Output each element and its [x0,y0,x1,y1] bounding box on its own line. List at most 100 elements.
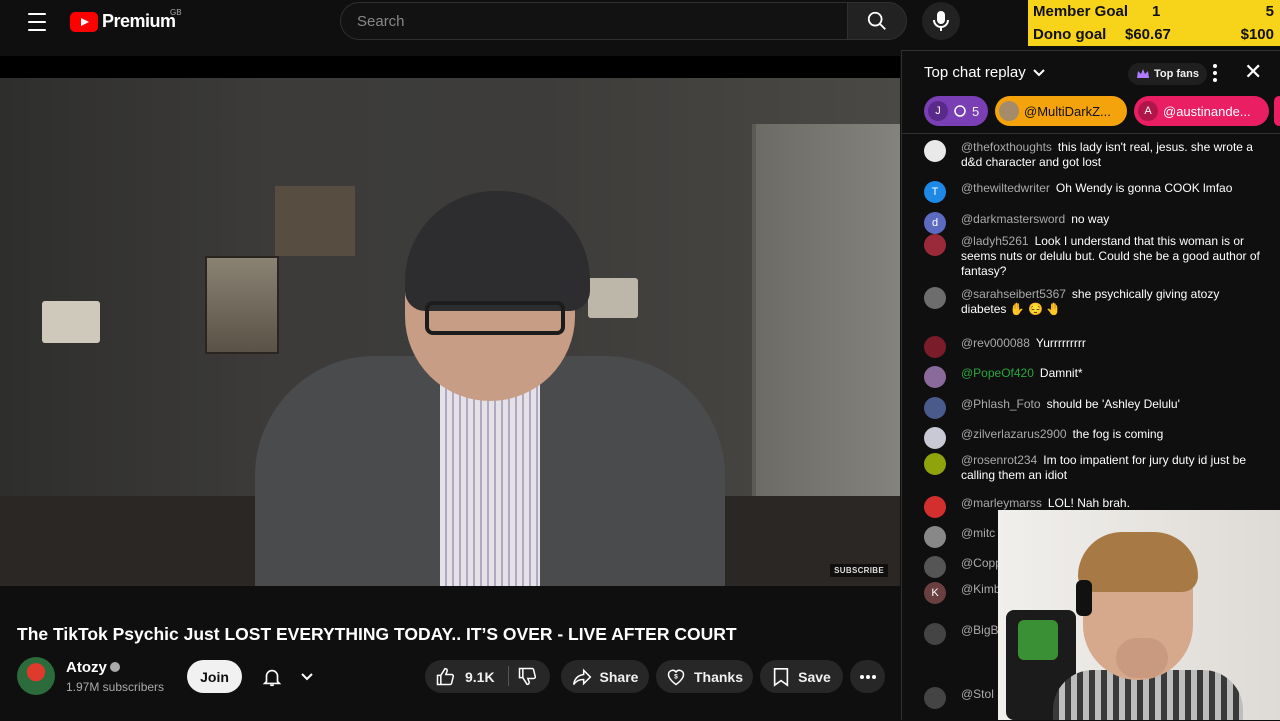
channel-name[interactable]: Atozy [66,659,107,676]
chat-author-avatar[interactable] [924,427,946,449]
chat-author-avatar[interactable] [924,453,946,475]
webcam-hair [1078,532,1198,592]
chat-author-name[interactable]: @Kimb [961,582,1001,596]
ticker-avatar: A [1138,101,1158,121]
chat-author-name[interactable]: @rosenrot234 [961,453,1037,467]
chat-author-avatar[interactable] [924,526,946,548]
chat-author-name[interactable]: @zilverlazarus2900 [961,427,1067,441]
chat-author-name[interactable]: @ladyh5261 [961,234,1029,248]
chat-message-text: @rev000088 Yurrrrrrrrr [961,336,1261,351]
chat-message-body: Yurrrrrrrrr [1035,336,1086,350]
search-box[interactable] [340,2,848,40]
dono-goal-row: Dono goal $60.67 $100 [1028,23,1280,46]
chat-author-name[interactable]: @rev000088 [961,336,1030,350]
menu-icon[interactable] [20,10,54,34]
dono-goal-target: $100 [1240,26,1274,43]
ticker-superchat[interactable]: A @austinande... [1134,96,1269,126]
streamer-glasses [425,301,565,335]
chat-author-avatar[interactable] [924,687,946,709]
chat-author-avatar[interactable] [924,336,946,358]
chat-author-avatar[interactable]: d [924,212,946,234]
chat-author-name[interactable]: @thewiltedwriter [961,181,1050,195]
ticker-superchat[interactable]: @MultiDarkZ... [995,96,1127,126]
chevron-down-icon [1033,68,1045,76]
ticker-count: 5 [972,103,980,119]
bell-icon [262,669,281,686]
chat-message-text: @thefoxthoughts this lady isn't real, jes… [961,140,1261,170]
chat-author-name[interactable]: @marleymarss [961,496,1042,510]
chat-author-name[interactable]: @BigB [961,623,999,637]
chat-author-avatar[interactable] [924,140,946,162]
chat-author-name[interactable]: @sarahseibert5367 [961,287,1066,301]
chat-author-avatar[interactable] [924,397,946,419]
thumbs-up-icon [436,667,455,685]
chat-author-name[interactable]: @mitc [961,526,995,540]
chat-author-name[interactable]: @thefoxthoughts [961,140,1052,154]
voice-search-button[interactable] [922,2,960,40]
video-lamp [588,278,638,318]
chat-author-name[interactable]: @Phlash_Foto [961,397,1041,411]
logo-text: Premium [102,11,176,31]
chat-author-avatar[interactable]: T [924,181,946,203]
heart-dollar-icon: $ [667,669,685,685]
chat-message-body: no way [1071,212,1110,226]
top-fans-label: Top fans [1154,68,1200,80]
more-horizontal-icon [859,674,876,679]
chat-author-avatar[interactable] [924,556,946,578]
chat-message-text: @darkmastersword no way [961,212,1261,227]
chat-author-avatar[interactable]: K [924,582,946,604]
ticker-name: @austinande... [1163,103,1251,119]
join-button[interactable]: Join [187,660,242,693]
chat-author-avatar[interactable] [924,234,946,256]
chat-message-text: @zilverlazarus2900 the fog is coming [961,427,1261,442]
gift-icon [954,105,966,117]
chat-author-avatar[interactable] [924,623,946,645]
chat-message-body: Damnit* [1039,366,1083,380]
notification-bell-button[interactable] [252,660,322,693]
video-wall-picture [275,186,355,256]
top-fans-button[interactable]: Top fans [1128,63,1208,85]
like-divider [508,666,509,686]
chat-message-text: @ladyh5261 Look I understand that this wo… [961,234,1261,279]
chat-author-name[interactable]: @darkmastersword [961,212,1065,226]
share-label: Share [599,668,639,685]
close-icon[interactable]: ✕ [1244,61,1264,85]
thanks-button[interactable]: $ Thanks [656,660,753,693]
like-button[interactable]: 9.1K [435,667,495,687]
youtube-premium-logo[interactable]: Premium GB [70,8,182,32]
share-icon [572,668,591,685]
logo-country-code: GB [170,8,182,17]
video-wall-picture [205,256,279,354]
video-player[interactable]: SUBSCRIBE [0,56,900,586]
dislike-button[interactable] [517,666,541,688]
chat-author-name[interactable]: @PopeOf420 [961,366,1034,380]
chat-author-name[interactable]: @Stol [961,687,994,701]
share-button[interactable]: Share [561,660,649,693]
chat-message-text: @Phlash_Foto should be 'Ashley Delulu' [961,397,1261,412]
chat-more-icon[interactable] [1208,63,1222,83]
search-input[interactable] [357,12,848,30]
chat-message-text: @rosenrot234 Im too impatient for jury du… [961,453,1261,483]
chat-author-name[interactable]: @Copp [961,556,1002,570]
ticker-overflow[interactable] [1274,96,1280,126]
more-actions-button[interactable] [850,660,885,693]
save-button[interactable]: Save [760,660,843,693]
subscribe-watermark[interactable]: SUBSCRIBE [830,564,888,577]
search-button[interactable] [847,2,907,40]
chat-mode-dropdown[interactable]: Top chat replay [924,64,1046,81]
chat-message-body: should be 'Ashley Delulu' [1046,397,1180,411]
ticker-membership[interactable]: J 5 [924,96,988,126]
chat-author-avatar[interactable] [924,496,946,518]
channel-avatar[interactable] [17,657,55,695]
search-icon [867,11,886,30]
crown-icon [1137,69,1149,78]
chat-author-avatar[interactable] [924,366,946,388]
microphone-icon [933,11,949,31]
chat-message-body: Oh Wendy is gonna COOK lmfao [1055,181,1233,195]
dono-goal-label: Dono goal [1033,26,1107,43]
chat-author-avatar[interactable] [924,287,946,309]
like-count: 9.1K [465,668,495,685]
member-goal-label: Member Goal [1033,3,1129,20]
video-title: The TikTok Psychic Just LOST EVERYTHING … [17,624,737,644]
chat-message-text: @sarahseibert5367 she psychically giving … [961,287,1261,317]
